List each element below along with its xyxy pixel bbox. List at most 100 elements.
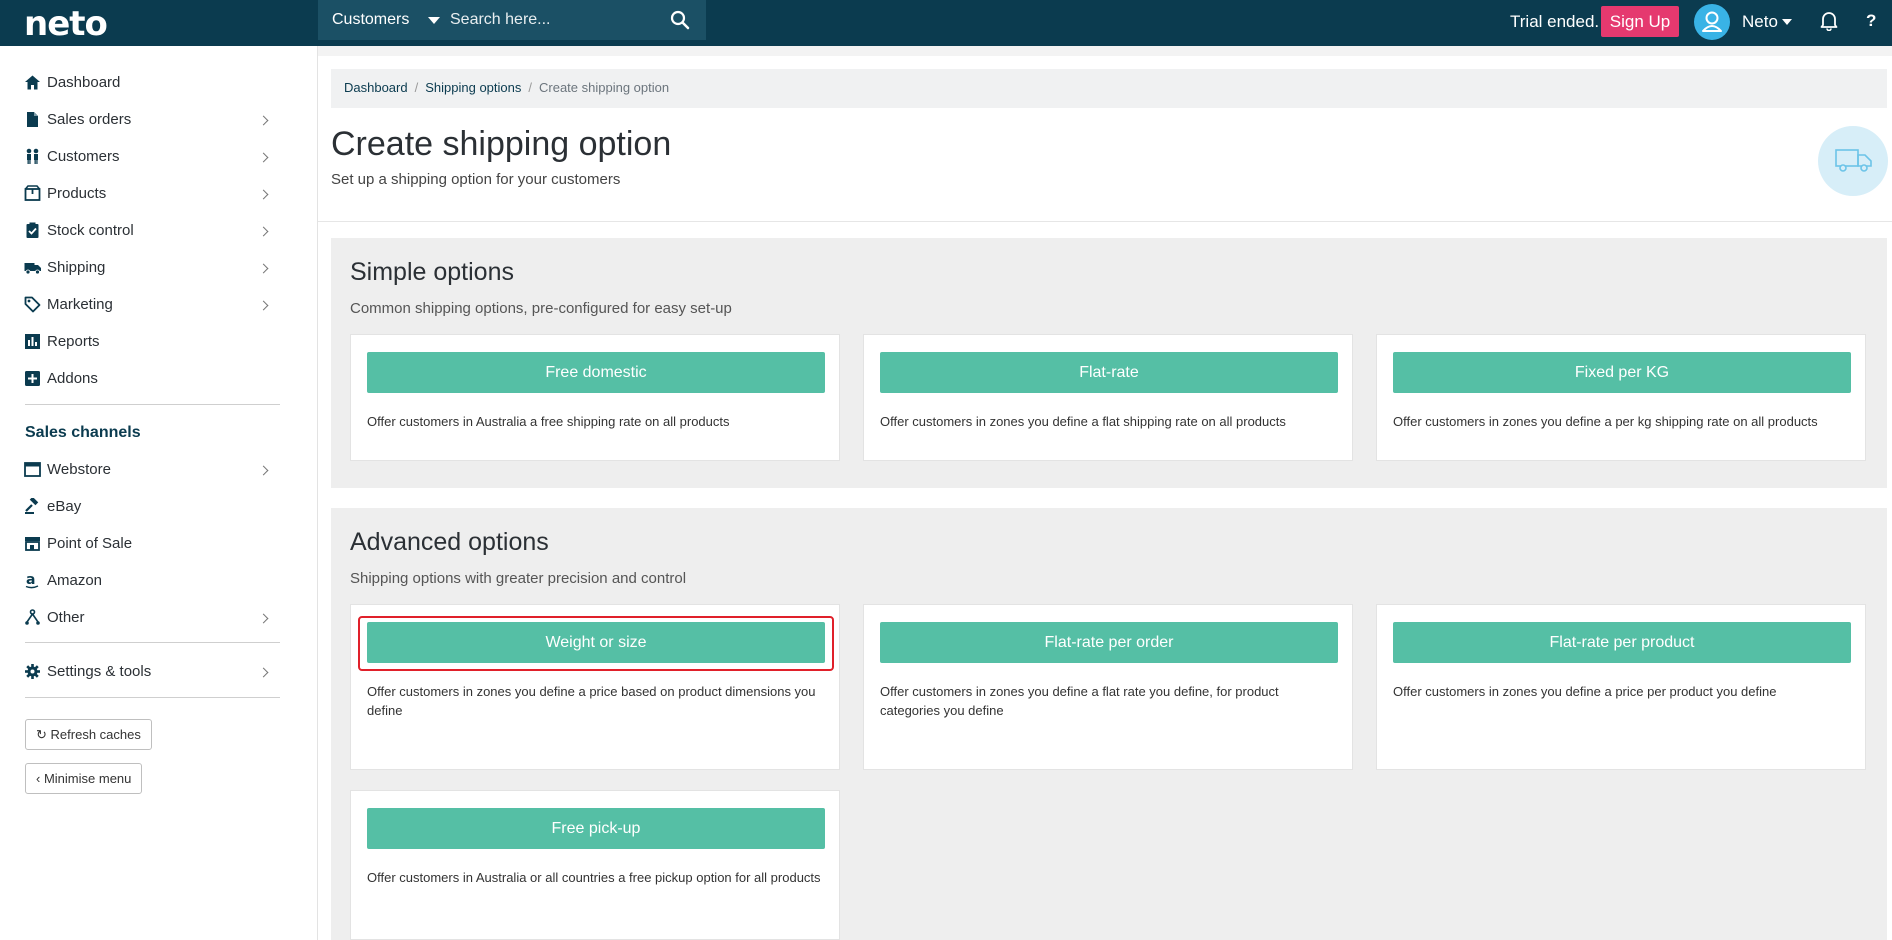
sidebar-divider [25,697,280,698]
chevron-right-icon [258,115,269,126]
svg-text:a: a [26,572,35,588]
free-domestic-button[interactable]: Free domestic [367,352,825,393]
sidebar-item-amazon[interactable]: a Amazon [24,567,280,595]
minimise-menu-button[interactable]: ‹ Minimise menu [25,763,143,794]
option-card-flat-rate-per-product: Flat-rate per product Offer customers in… [1376,604,1866,770]
header-divider [318,221,1892,222]
chevron-right-icon [258,226,269,237]
free-pick-up-button[interactable]: Free pick-up [367,808,825,849]
refresh-caches-label: Refresh caches [50,727,141,742]
sidebar-item-stock-control[interactable]: Stock control [24,217,280,245]
search-bar: Customers [318,0,706,40]
simple-options-title: Simple options [350,258,514,286]
simple-options-panel: Simple options Common shipping options, … [331,238,1887,488]
page-subtitle: Set up a shipping option for your custom… [331,171,621,188]
sidebar-item-label: Dashboard [47,74,121,91]
sidebar-item-customers[interactable]: Customers [24,143,280,171]
option-card-free-pick-up: Free pick-up Offer customers in Australi… [350,790,840,940]
breadcrumb-separator: / [528,80,532,95]
clipboard-check-icon [24,222,42,240]
sidebar-item-label: Stock control [47,222,134,239]
user-avatar-icon[interactable] [1694,4,1730,40]
sidebar-item-label: Amazon [47,572,103,589]
sidebar-item-products[interactable]: Products [24,180,280,208]
sidebar-item-sales-orders[interactable]: Sales orders [24,106,280,134]
flat-rate-button[interactable]: Flat-rate [880,352,1338,393]
breadcrumb-shipping-options[interactable]: Shipping options [425,80,521,95]
selection-highlight [358,616,834,671]
sidebar-item-label: Reports [47,333,100,350]
sidebar-item-ebay[interactable]: eBay [24,493,280,521]
caret-down-icon[interactable] [1782,19,1792,25]
top-strip [318,46,1892,56]
neto-logo[interactable]: neto [24,4,108,44]
search-scope-dropdown[interactable]: Customers [332,11,409,29]
tag-icon [24,296,42,314]
page-title: Create shipping option [331,125,672,163]
option-description: Offer customers in zones you define a pe… [1393,414,1818,429]
sidebar-item-dashboard[interactable]: Dashboard [24,69,280,97]
truck-outline-icon [1835,146,1873,179]
chevron-right-icon [258,189,269,200]
chevron-right-icon [258,263,269,274]
sign-up-button[interactable]: Sign Up [1601,6,1679,37]
sidebar-item-label: Shipping [47,259,106,276]
advanced-options-panel: Advanced options Shipping options with g… [331,508,1887,940]
search-input[interactable] [450,8,650,32]
sidebar-item-label: Settings & tools [47,663,152,680]
gavel-icon [24,496,42,516]
refresh-icon: ↻ [36,727,47,742]
help-icon[interactable]: ? [1866,11,1876,31]
option-card-free-domestic: Free domestic Offer customers in Austral… [350,334,840,461]
browser-icon [24,461,42,479]
option-description: Offer customers in zones you define a pr… [1393,684,1777,699]
sidebar-divider [25,404,280,405]
flat-rate-per-product-button[interactable]: Flat-rate per product [1393,622,1851,663]
advanced-options-description: Shipping options with greater precision … [350,570,687,587]
chevron-right-icon [258,613,269,624]
sidebar-item-label: Sales orders [47,111,132,128]
breadcrumb-separator: / [414,80,419,95]
sidebar-item-label: Other [47,609,85,626]
option-card-flat-rate-per-order: Flat-rate per order Offer customers in z… [863,604,1353,770]
bar-chart-icon [24,333,42,351]
sidebar-item-addons[interactable]: Addons [24,365,280,393]
sidebar-item-marketing[interactable]: Marketing [24,291,280,319]
refresh-caches-button[interactable]: ↻ Refresh caches [25,719,152,750]
sidebar-item-label: Customers [47,148,120,165]
sidebar-item-label: eBay [47,498,82,515]
breadcrumb-dashboard[interactable]: Dashboard [344,80,408,95]
advanced-options-title: Advanced options [350,528,549,556]
sidebar-item-label: Webstore [47,461,111,478]
sidebar-item-webstore[interactable]: Webstore [24,456,280,484]
plus-square-icon [24,370,42,388]
simple-options-description: Common shipping options, pre-configured … [350,300,732,317]
sidebar-item-label: Point of Sale [47,535,133,552]
gear-icon [24,663,42,681]
caret-down-icon[interactable] [428,17,440,24]
document-icon [24,111,42,129]
sidebar-item-settings-tools[interactable]: Settings & tools [24,658,280,686]
flat-rate-per-order-button[interactable]: Flat-rate per order [880,622,1338,663]
chevron-right-icon [258,465,269,476]
option-description: Offer customers in Australia or all coun… [367,870,821,885]
sidebar-item-point-of-sale[interactable]: Point of Sale [24,530,280,558]
truck-icon [24,259,42,277]
sidebar-item-reports[interactable]: Reports [24,328,280,356]
sitemap-icon [24,609,42,627]
shipping-badge [1818,126,1888,196]
option-description: Offer customers in Australia a free ship… [367,414,730,429]
sidebar-item-label: Products [47,185,107,202]
sidebar: Dashboard Sales orders Customers Product… [0,46,318,940]
breadcrumb: Dashboard / Shipping options / Create shippi… [331,69,1887,108]
home-icon [24,74,42,92]
chevron-right-icon [258,152,269,163]
bell-icon[interactable] [1820,11,1838,36]
fixed-per-kg-button[interactable]: Fixed per KG [1393,352,1851,393]
sidebar-item-shipping[interactable]: Shipping [24,254,280,282]
sidebar-item-other[interactable]: Other [24,604,280,632]
sidebar-divider [25,642,280,643]
search-icon[interactable] [670,10,690,35]
user-menu[interactable]: Neto [1742,12,1778,32]
sales-channels-heading: Sales channels [25,424,141,441]
